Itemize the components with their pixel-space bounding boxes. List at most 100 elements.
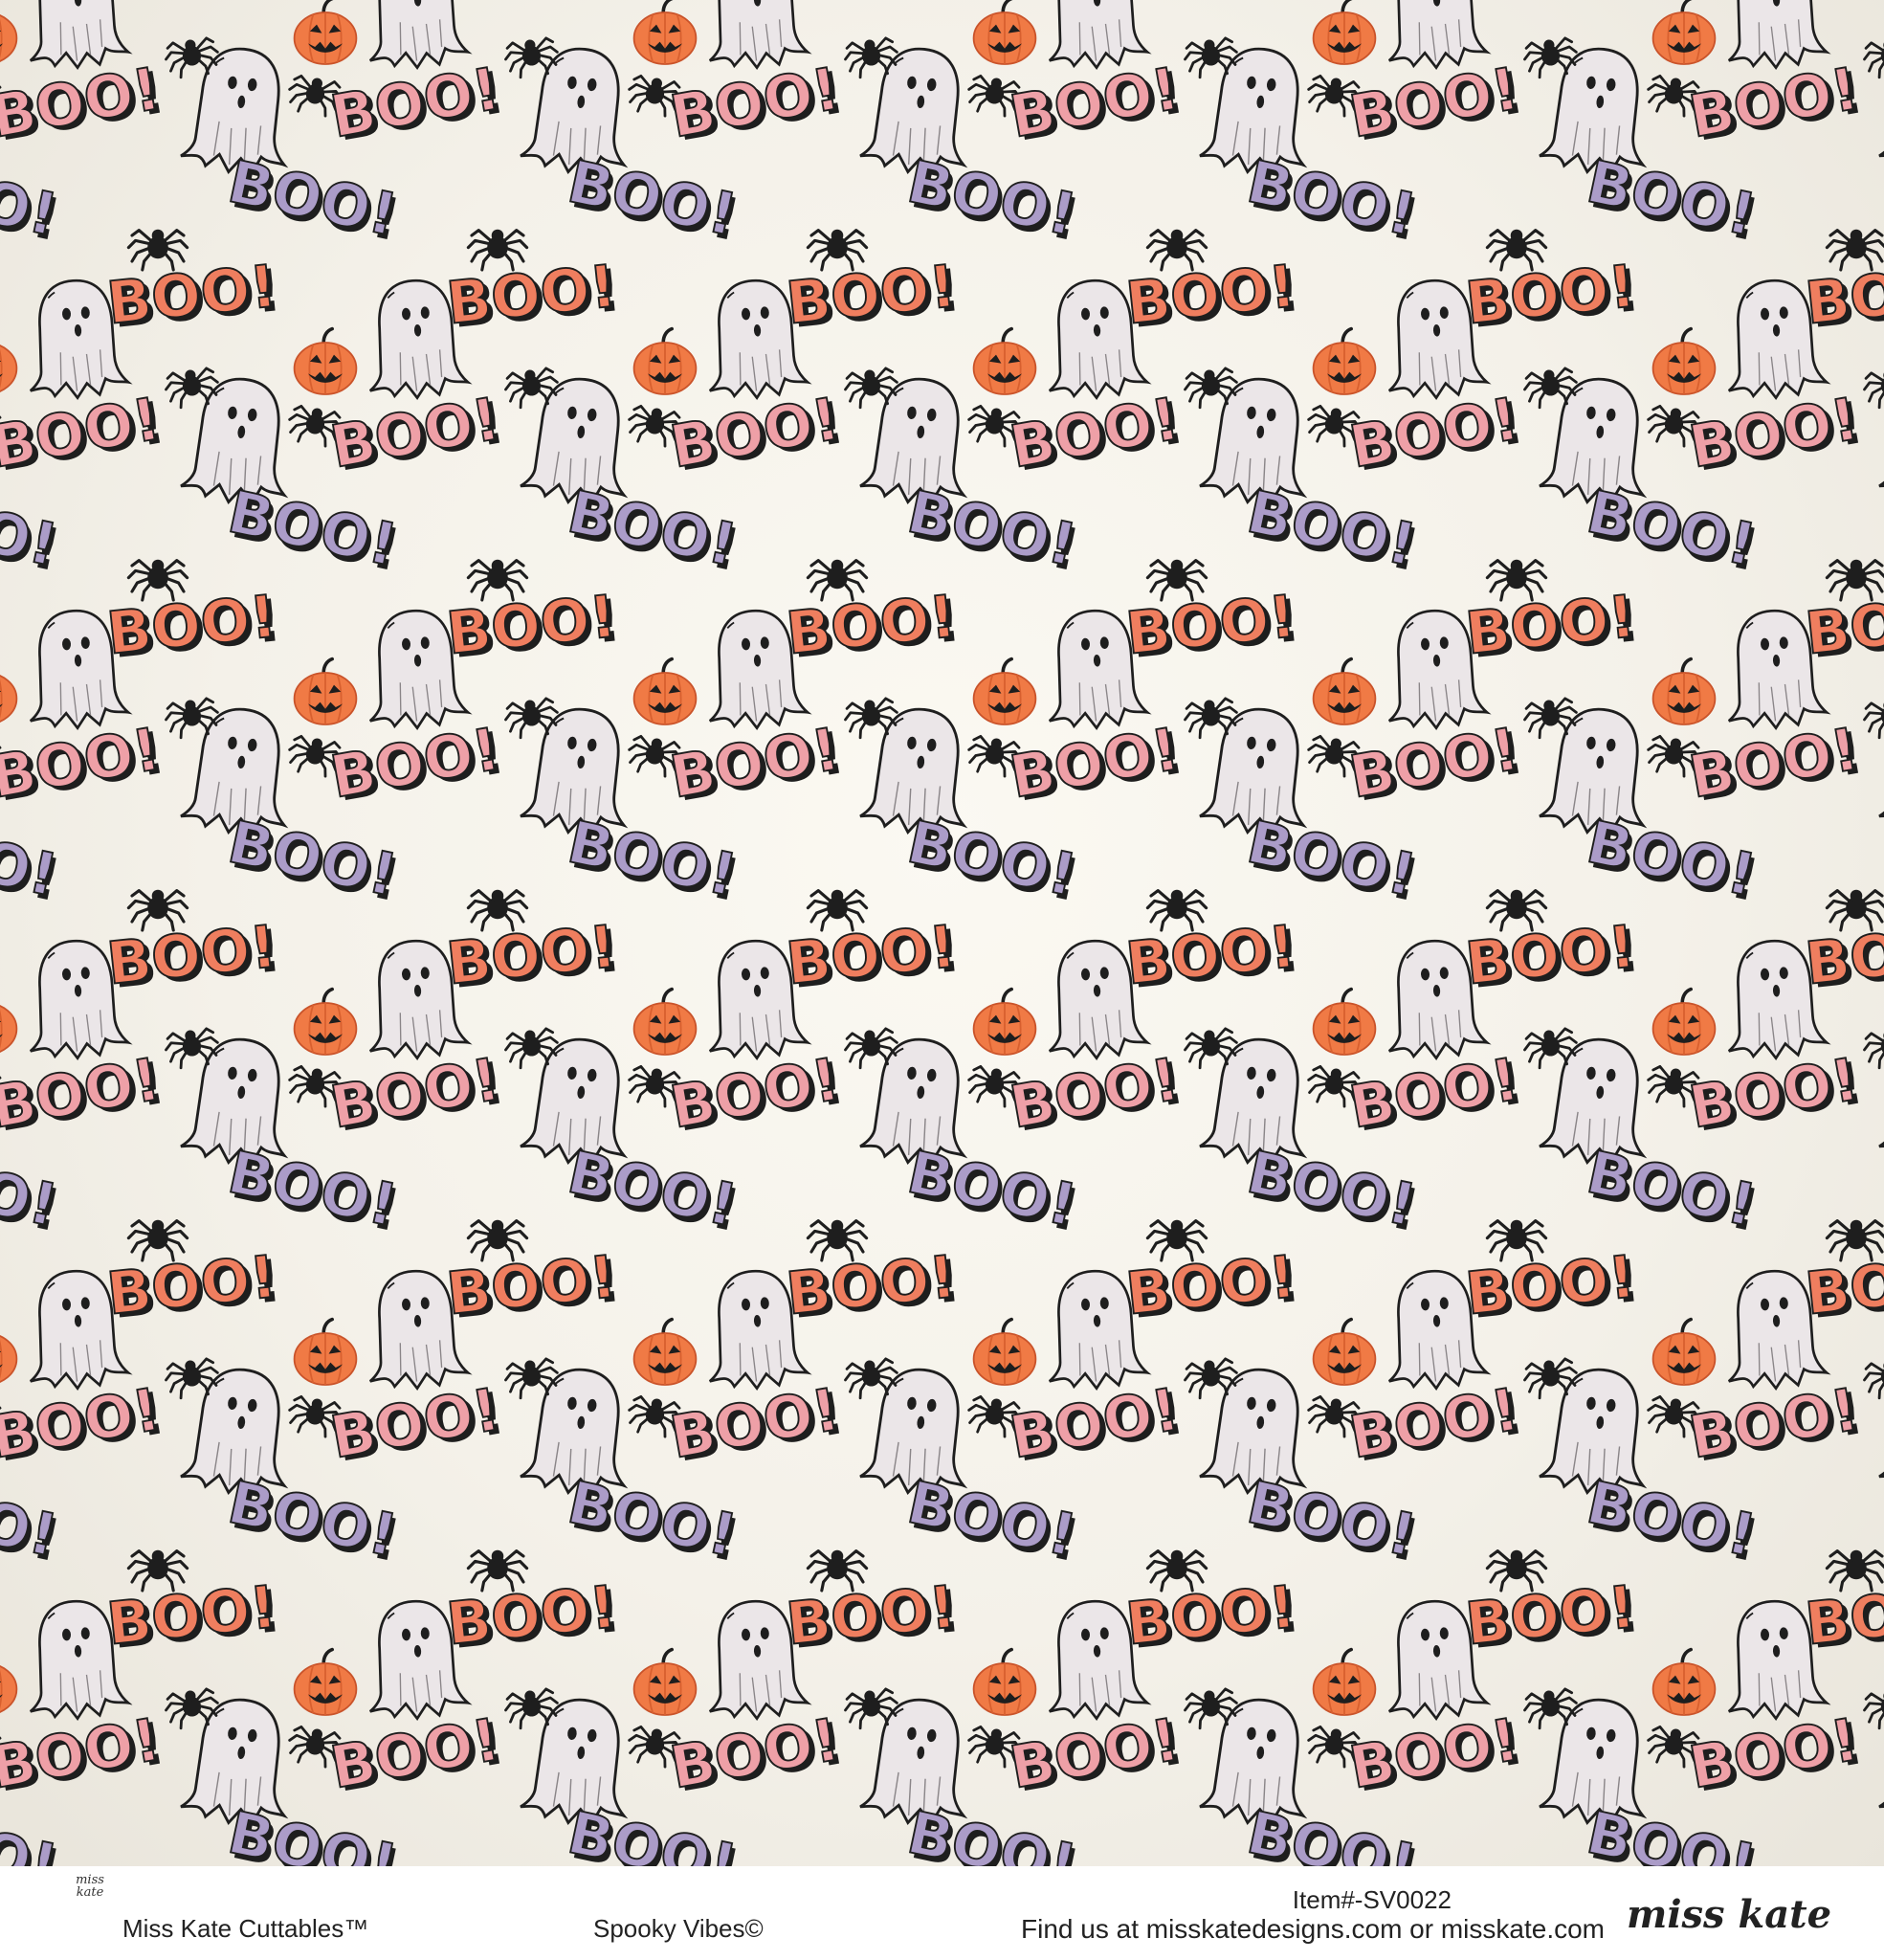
pumpkin-icon [292,0,359,66]
boo-word [220,478,409,587]
boo-word [899,1798,1088,1866]
boo-word [324,1044,511,1147]
boo-word [560,478,748,587]
brand-mark-text: miss kate [76,1873,104,1900]
boo-word [1004,1044,1190,1147]
ghost-icon [700,0,810,73]
pumpkin-icon [1651,657,1718,726]
pumpkin-icon [0,326,19,396]
boo-word [560,147,748,256]
boo-word [102,1572,286,1664]
pumpkin-icon [1651,326,1718,396]
boo-word [664,714,851,817]
ghost-icon [21,0,131,73]
boo-word [782,252,965,344]
boo-word [1683,54,1870,157]
boo-word [442,252,626,344]
boo-word [899,808,1088,917]
boo-word [0,1138,69,1247]
pumpkin-icon [632,987,698,1057]
pumpkin-icon [1651,0,1718,66]
pumpkin-icon [1311,657,1378,726]
boo-word [102,0,286,13]
pumpkin-icon [971,326,1038,396]
pumpkin-icon [632,657,698,726]
boo-word [1801,252,1884,344]
pumpkin-icon [292,1647,359,1717]
boo-word [442,582,626,674]
item-number: Item#-SV0022 [1292,1885,1452,1914]
boo-word [782,0,965,13]
pumpkin-icon [0,1317,19,1387]
boo-word [220,1138,409,1247]
pumpkin-icon [292,326,359,396]
pumpkin-icon [971,0,1038,66]
boo-word [1683,1044,1870,1147]
pumpkin-icon [1311,326,1378,396]
boo-word [220,808,409,917]
boo-word [1801,912,1884,1004]
boo-word [0,1798,69,1866]
boo-word [0,1374,171,1478]
boo-word [1121,1572,1305,1664]
pumpkin-icon [971,1317,1038,1387]
pumpkin-icon [971,657,1038,726]
pumpkin-icon [632,1647,698,1717]
boo-word [1683,1374,1870,1478]
boo-word [442,912,626,1004]
boo-word [1579,1138,1767,1247]
boo-word [1004,1704,1190,1808]
boo-word [1121,0,1305,13]
boo-word [102,582,286,674]
boo-word [1683,714,1870,817]
boo-word [782,1242,965,1334]
boo-word [324,714,511,817]
spider-icon [1860,34,1884,80]
boo-word [782,1572,965,1664]
collection-name: Spooky Vibes© [593,1914,764,1943]
boo-word [1004,1374,1190,1478]
ghost-icon [361,0,471,73]
boo-word [0,714,171,817]
boo-word [1461,252,1645,344]
boo-word [0,147,69,256]
boo-word [1801,1242,1884,1334]
boo-word [1343,1704,1530,1808]
boo-word [102,912,286,1004]
ghost-icon [1719,0,1829,73]
logo-text: miss kate [1627,1892,1831,1937]
boo-word [442,1242,626,1334]
boo-word [1343,714,1530,817]
boo-word [324,1374,511,1478]
pumpkin-icon [292,657,359,726]
boo-word [324,384,511,487]
boo-word [1239,1138,1428,1247]
boo-word [899,1468,1088,1577]
boo-word [1121,1242,1305,1334]
boo-word [1801,582,1884,674]
boo-word [899,1138,1088,1247]
miss-kate-logo: miss kate [1627,1892,1831,1937]
boo-word [1239,808,1428,917]
boo-word [664,54,851,157]
boo-word [1579,808,1767,917]
spider-icon [1860,365,1884,411]
boo-word [442,1572,626,1664]
boo-word [1239,478,1428,587]
boo-word [1004,714,1190,817]
boo-word [0,54,171,157]
pumpkin-icon [632,326,698,396]
footer-bar: miss kate Miss Kate Cuttables™ Spooky Vi… [0,1866,1884,1960]
boo-word [1121,582,1305,674]
ghost-icon [1380,0,1490,73]
boo-word [220,1468,409,1577]
boo-word [560,808,748,917]
boo-word [560,1798,748,1866]
boo-word [664,1704,851,1808]
boo-word [1461,0,1645,13]
boo-word [560,1138,748,1247]
boo-word [0,384,171,487]
brand-name: Miss Kate Cuttables™ [122,1914,369,1943]
boo-word [1004,384,1190,487]
halloween-pattern: BOO! BOO! BOO! BOO! BOO! BOO! [0,0,1884,1866]
